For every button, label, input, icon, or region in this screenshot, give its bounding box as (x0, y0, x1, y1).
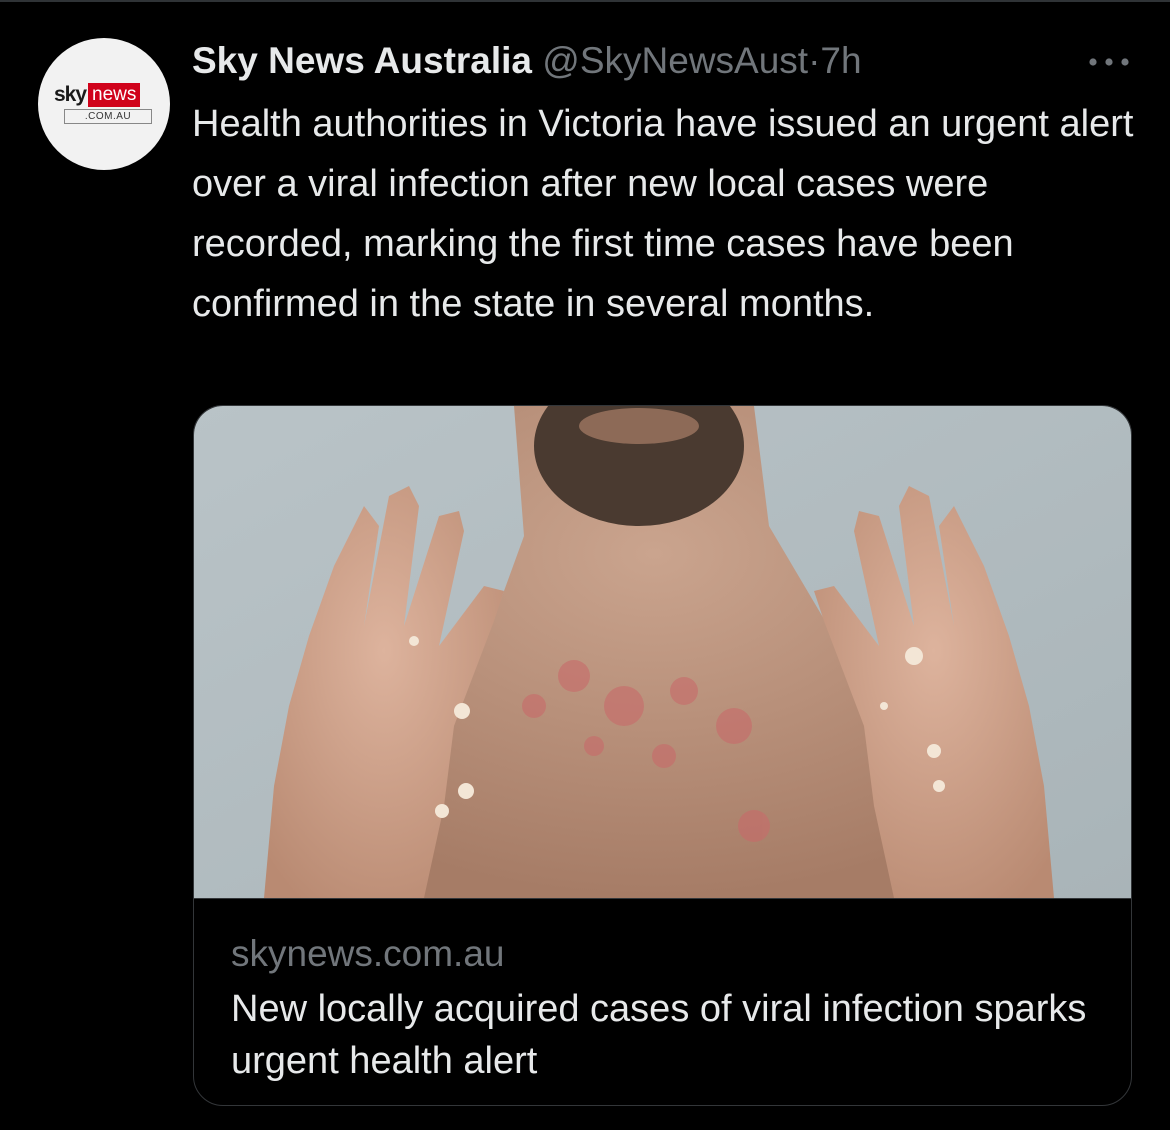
top-divider (0, 0, 1170, 2)
tweet-text: Health authorities in Victoria have issu… (192, 103, 1134, 325)
card-title: New locally acquired cases of viral infe… (231, 988, 1087, 1082)
author-handle[interactable]: @SkyNewsAust (542, 40, 808, 81)
logo-news-text: news (88, 83, 141, 107)
author-display-name[interactable]: Sky News Australia (192, 40, 532, 81)
link-card[interactable]: skynews.com.au New locally acquired case… (193, 405, 1132, 1106)
card-image[interactable] (194, 406, 1132, 898)
logo-domain-text: .COM.AU (64, 109, 152, 124)
more-horizontal-icon[interactable] (1086, 52, 1132, 72)
logo-sky-text: sky (54, 83, 87, 106)
tweet-header: Sky News Australia @SkyNewsAust·7h (192, 38, 862, 84)
card-domain: skynews.com.au (231, 933, 505, 974)
avatar[interactable]: sky news .COM.AU (38, 38, 170, 170)
sky-news-logo: sky news .COM.AU (52, 83, 156, 125)
header-separator: · (808, 40, 821, 81)
tweet-timestamp[interactable]: 7h (820, 40, 861, 81)
card-footer[interactable]: skynews.com.au New locally acquired case… (194, 898, 1131, 1105)
